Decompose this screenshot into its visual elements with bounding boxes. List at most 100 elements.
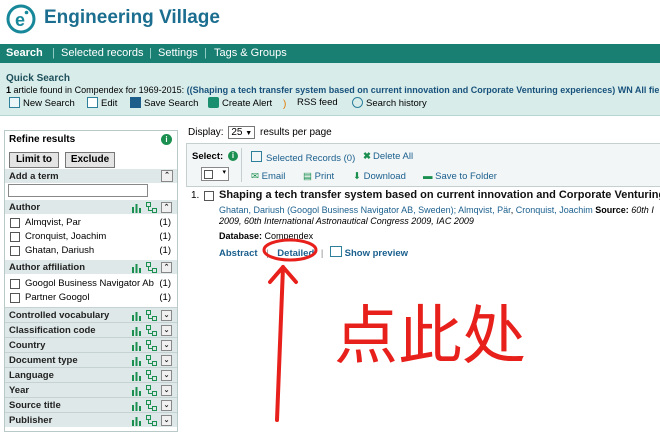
collapse-icon[interactable]: ⌃ xyxy=(161,170,173,182)
author-link[interactable]: Almqvist, Pär xyxy=(458,205,511,215)
new-search-button[interactable]: New Search xyxy=(9,97,75,109)
annotation-text: 点此处 xyxy=(334,300,526,374)
expand-icon[interactable]: ⌄ xyxy=(161,355,172,366)
email-link[interactable]: ✉ Email xyxy=(251,171,285,182)
conference-line: 2009, 60th International Astronautical C… xyxy=(219,216,474,226)
facet-document-type[interactable]: Document type ⌄ xyxy=(5,352,177,367)
records-icon xyxy=(251,151,262,162)
expand-icon[interactable]: ⌄ xyxy=(161,325,172,336)
tree-icon[interactable] xyxy=(146,262,157,273)
checkbox[interactable] xyxy=(10,279,20,289)
create-alert-button[interactable]: Create Alert xyxy=(208,97,272,109)
download-link[interactable]: ⬇ Download xyxy=(353,171,406,182)
expand-icon[interactable]: ⌄ xyxy=(161,400,172,411)
tree-icon[interactable] xyxy=(146,355,157,366)
alert-icon xyxy=(208,97,219,108)
result-checkbox[interactable] xyxy=(204,191,214,201)
tree-icon[interactable] xyxy=(146,325,157,336)
info-icon[interactable]: i xyxy=(228,151,238,161)
add-term-input[interactable] xyxy=(8,184,148,197)
tree-icon[interactable] xyxy=(146,370,157,381)
select-label: Select: xyxy=(192,151,224,162)
search-summary: 1 article found in Compendex for 1969-20… xyxy=(6,85,660,95)
checkbox[interactable] xyxy=(10,218,20,228)
nav-tags-groups[interactable]: Tags & Groups xyxy=(214,47,287,59)
quick-search-panel: Quick Search 1 article found in Compende… xyxy=(0,63,660,116)
select-dropdown[interactable]: ▾ xyxy=(201,167,229,181)
abstract-link[interactable]: Abstract xyxy=(219,248,258,259)
engineering-village-logo-icon: e xyxy=(6,4,36,34)
quick-search-title: Quick Search xyxy=(6,73,70,84)
tree-icon[interactable] xyxy=(146,310,157,321)
expand-icon[interactable]: ⌄ xyxy=(161,415,172,426)
bar-chart-icon[interactable] xyxy=(131,355,142,366)
facet-controlled-vocabulary[interactable]: Controlled vocabulary ⌄ xyxy=(5,307,177,322)
collapse-icon[interactable]: ⌃ xyxy=(161,202,172,213)
facet-classification-code[interactable]: Classification code ⌄ xyxy=(5,322,177,337)
show-preview-link[interactable]: Show preview xyxy=(345,248,408,259)
tree-icon[interactable] xyxy=(146,415,157,426)
checkbox[interactable] xyxy=(204,170,213,179)
limit-to-button[interactable]: Limit to xyxy=(9,152,59,168)
exclude-button[interactable]: Exclude xyxy=(65,152,115,168)
author-link[interactable]: Ghatan, Dariush xyxy=(219,205,285,215)
selected-records-link[interactable]: Selected Records (0) xyxy=(251,151,355,164)
delete-all-link[interactable]: ✖ Delete All xyxy=(363,151,413,162)
save-icon xyxy=(130,97,141,108)
checkbox[interactable] xyxy=(10,246,20,256)
refine-title: Refine results xyxy=(9,134,76,145)
collapse-icon[interactable]: ⌃ xyxy=(161,262,172,273)
facet-language[interactable]: Language ⌄ xyxy=(5,367,177,382)
facet-publisher[interactable]: Publisher ⌄ xyxy=(5,412,177,427)
svg-text:e: e xyxy=(15,10,25,30)
rss-icon: ) xyxy=(283,99,287,110)
expand-icon[interactable]: ⌄ xyxy=(161,370,172,381)
per-page-select[interactable]: 25 ▼ xyxy=(228,126,256,139)
facet-source-title[interactable]: Source title ⌄ xyxy=(5,397,177,412)
info-icon[interactable]: i xyxy=(161,134,172,145)
print-link[interactable]: ▤ Print xyxy=(303,171,334,182)
expand-icon[interactable]: ⌄ xyxy=(161,385,172,396)
bar-chart-icon[interactable] xyxy=(131,325,142,336)
source-text: 60th I xyxy=(631,205,654,215)
refine-results-panel: Refine results i Limit to Exclude Add a … xyxy=(4,130,178,432)
result-count: 1 xyxy=(6,85,12,95)
result-title[interactable]: Shaping a tech transfer system based on … xyxy=(219,189,660,201)
rss-feed-button[interactable]: ) RSS feed xyxy=(283,97,338,110)
bar-chart-icon[interactable] xyxy=(131,370,142,381)
bar-chart-icon[interactable] xyxy=(131,385,142,396)
nav-search[interactable]: Search xyxy=(6,47,43,59)
selection-toolbar: Select: i ▾ Selected Records (0) ✖ Delete… xyxy=(186,143,660,187)
tree-icon[interactable] xyxy=(146,202,157,213)
checkbox[interactable] xyxy=(10,232,20,242)
expand-icon[interactable]: ⌄ xyxy=(161,340,172,351)
bar-chart-icon[interactable] xyxy=(131,340,142,351)
delete-icon: ✖ xyxy=(363,151,371,162)
facet-year[interactable]: Year ⌄ xyxy=(5,382,177,397)
bar-chart-icon[interactable] xyxy=(131,415,142,426)
bar-chart-icon[interactable] xyxy=(131,202,142,213)
bar-chart-icon[interactable] xyxy=(131,400,142,411)
edit-button[interactable]: Edit xyxy=(87,97,117,109)
folder-icon: ▬ xyxy=(423,171,433,182)
facet-country[interactable]: Country ⌄ xyxy=(5,337,177,352)
tree-icon[interactable] xyxy=(146,385,157,396)
author-facet-header: Author ⌃ xyxy=(5,200,177,214)
bar-chart-icon[interactable] xyxy=(131,262,142,273)
detailed-link[interactable]: Detailed xyxy=(277,248,314,259)
display-label: Display: xyxy=(188,127,224,138)
nav-settings[interactable]: Settings xyxy=(158,47,198,59)
chevron-down-icon: ▾ xyxy=(222,169,226,176)
result-number: 1. xyxy=(191,190,200,201)
display-options: Display: 25 ▼ results per page xyxy=(188,126,332,139)
nav-selected-records[interactable]: Selected records xyxy=(61,47,144,59)
search-history-button[interactable]: Search history xyxy=(352,97,427,109)
expand-icon[interactable]: ⌄ xyxy=(161,310,172,321)
checkbox[interactable] xyxy=(10,293,20,303)
tree-icon[interactable] xyxy=(146,340,157,351)
tree-icon[interactable] xyxy=(146,400,157,411)
bar-chart-icon[interactable] xyxy=(131,310,142,321)
save-to-folder-link[interactable]: ▬ Save to Folder xyxy=(423,171,497,182)
save-search-button[interactable]: Save Search xyxy=(130,97,198,109)
author-link[interactable]: Cronquist, Joachim xyxy=(516,205,593,215)
